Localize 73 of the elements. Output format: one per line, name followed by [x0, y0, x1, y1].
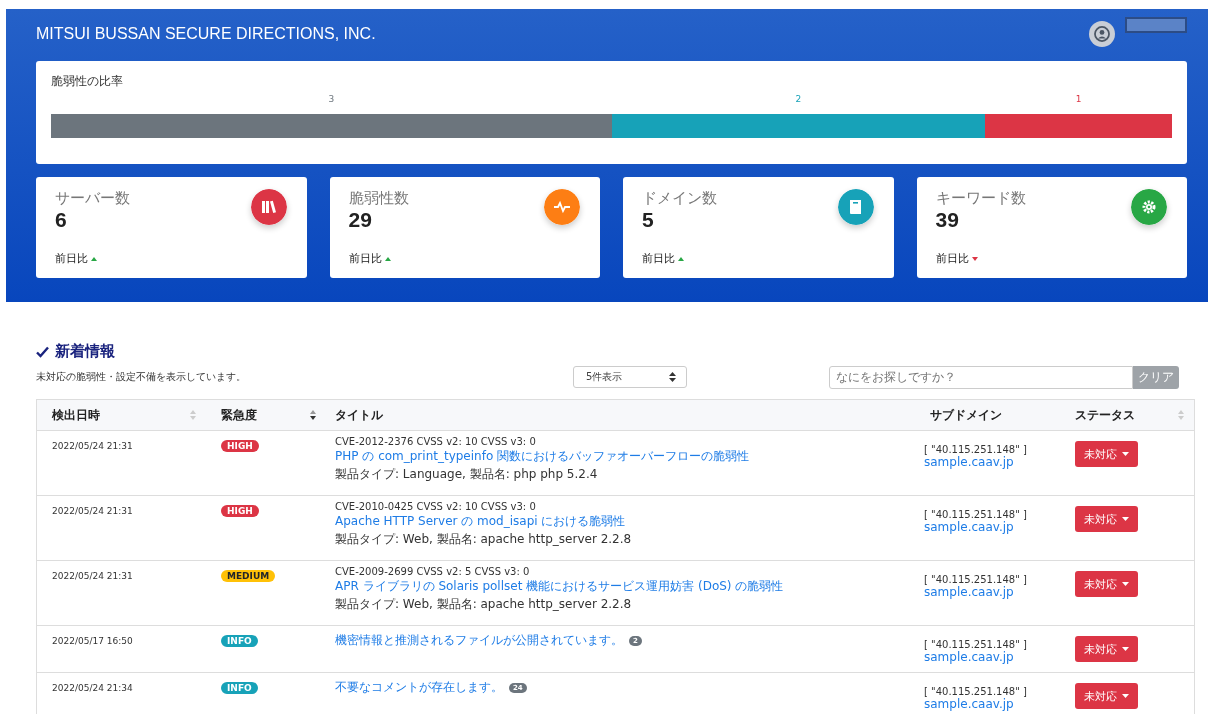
stat-value: 6 [55, 208, 68, 232]
product-text: 製品タイプ: Web, 製品名: apache http_server 2.2.8 [335, 596, 633, 613]
status-dropdown[interactable]: 未対応 [1075, 683, 1138, 709]
ip-text: [ "40.115.251.148" ] [924, 509, 1028, 520]
subdomain-link[interactable]: sample.caav.jp [924, 650, 1014, 664]
compare-label: 前日比 [55, 251, 88, 266]
date-cell: 2022/05/24 21:31 [52, 441, 133, 451]
section-subtitle: 未対応の脆弱性・設定不備を表示しています。 [36, 370, 247, 384]
stat-label: キーワード数 [935, 189, 1026, 208]
column-header: タイトル [335, 406, 383, 424]
date-cell: 2022/05/24 21:31 [52, 506, 133, 516]
severity-badge: INFO [221, 635, 258, 647]
stat-label: サーバー数 [55, 189, 130, 208]
column-header[interactable]: 緊急度 [221, 406, 257, 424]
subdomain-link[interactable]: sample.caav.jp [924, 585, 1014, 599]
ip-text: [ "40.115.251.148" ] [924, 639, 1028, 650]
stat-value: 39 [935, 208, 960, 232]
caret-icon [1122, 582, 1129, 586]
cve-text: CVE-2009-2699 CVSS v2: 5 CVSS v3: 0 [335, 566, 531, 577]
subdomain-link[interactable]: sample.caav.jp [924, 520, 1014, 534]
chart-title: 脆弱性の比率 [51, 73, 124, 90]
clear-button[interactable]: クリア [1133, 365, 1179, 389]
company-name: MITSUI BUSSAN SECURE DIRECTIONS, INC. [36, 25, 376, 43]
status-dropdown[interactable]: 未対応 [1075, 636, 1138, 662]
severity-badge: HIGH [221, 440, 259, 452]
ip-text: [ "40.115.251.148" ] [924, 444, 1028, 455]
check-icon [36, 345, 49, 358]
status-dropdown[interactable]: 未対応 [1075, 441, 1138, 467]
severity-badge: INFO [221, 682, 258, 694]
title-link[interactable]: PHP の com_print_typeinfo 関数におけるバッファオーバーフローの脆弱性 [335, 448, 750, 465]
caret-icon [1122, 517, 1129, 521]
cve-text: CVE-2012-2376 CVSS v2: 10 CVSS v3: 0 [335, 436, 537, 447]
stat-value: 5 [642, 208, 655, 232]
severity-badge: MEDIUM [221, 570, 276, 582]
sort-arrows-icon [669, 372, 676, 382]
subdomain-link[interactable]: sample.caav.jp [924, 455, 1014, 469]
sort-icon[interactable] [310, 410, 316, 420]
compare-label: 前日比 [642, 251, 675, 266]
cve-text: CVE-2010-0425 CVSS v2: 10 CVSS v3: 0 [335, 501, 537, 512]
segment-count: 2 [795, 94, 802, 104]
title-link[interactable]: Apache HTTP Server の mod_isapi における脆弱性 [335, 513, 626, 530]
title-link[interactable]: 不要なコメントが存在します。 [335, 679, 503, 696]
caret-icon [1122, 452, 1129, 456]
date-cell: 2022/05/17 16:50 [52, 636, 133, 646]
stat-value: 29 [348, 208, 373, 232]
segment-count: 1 [1075, 94, 1082, 104]
compare-label: 前日比 [348, 251, 382, 266]
ip-text: [ "40.115.251.148" ] [924, 686, 1028, 697]
stat-label: ドメイン数 [642, 189, 717, 208]
segment-count: 3 [328, 94, 335, 104]
product-text: 製品タイプ: Language, 製品名: php php 5.2.4 [335, 466, 599, 483]
caret-icon [1122, 694, 1129, 698]
stat-label: 脆弱性数 [348, 189, 409, 208]
date-cell: 2022/05/24 21:34 [52, 683, 133, 693]
status-dropdown[interactable]: 未対応 [1075, 506, 1138, 532]
caret-icon [1122, 647, 1129, 651]
column-header[interactable]: 検出日時 [52, 406, 100, 424]
column-header[interactable]: ステータス [1075, 406, 1135, 424]
page-size-select[interactable]: 5件表示 [573, 366, 687, 388]
severity-badge: HIGH [221, 505, 259, 517]
title-link[interactable]: APR ライブラリの Solaris pollset 機能におけるサービス運用妨害 (DoS) の脆弱性 [335, 578, 784, 595]
masked-block [1125, 17, 1187, 33]
ip-text: [ "40.115.251.148" ] [924, 574, 1028, 585]
subdomain-link[interactable]: sample.caav.jp [924, 697, 1014, 711]
compare-label: 前日比 [935, 251, 969, 266]
section-title: 新着情報 [55, 342, 115, 361]
status-dropdown[interactable]: 未対応 [1075, 571, 1138, 597]
user-avatar-icon[interactable] [1089, 21, 1115, 47]
product-text: 製品タイプ: Web, 製品名: apache http_server 2.2.8 [335, 531, 633, 548]
search-field[interactable]: なにをお探しですか？ [829, 365, 1133, 389]
title-link[interactable]: 機密情報と推測されるファイルが公開されています。 [335, 632, 623, 649]
column-header: サブドメイン [930, 406, 1002, 424]
date-cell: 2022/05/24 21:31 [52, 571, 133, 581]
